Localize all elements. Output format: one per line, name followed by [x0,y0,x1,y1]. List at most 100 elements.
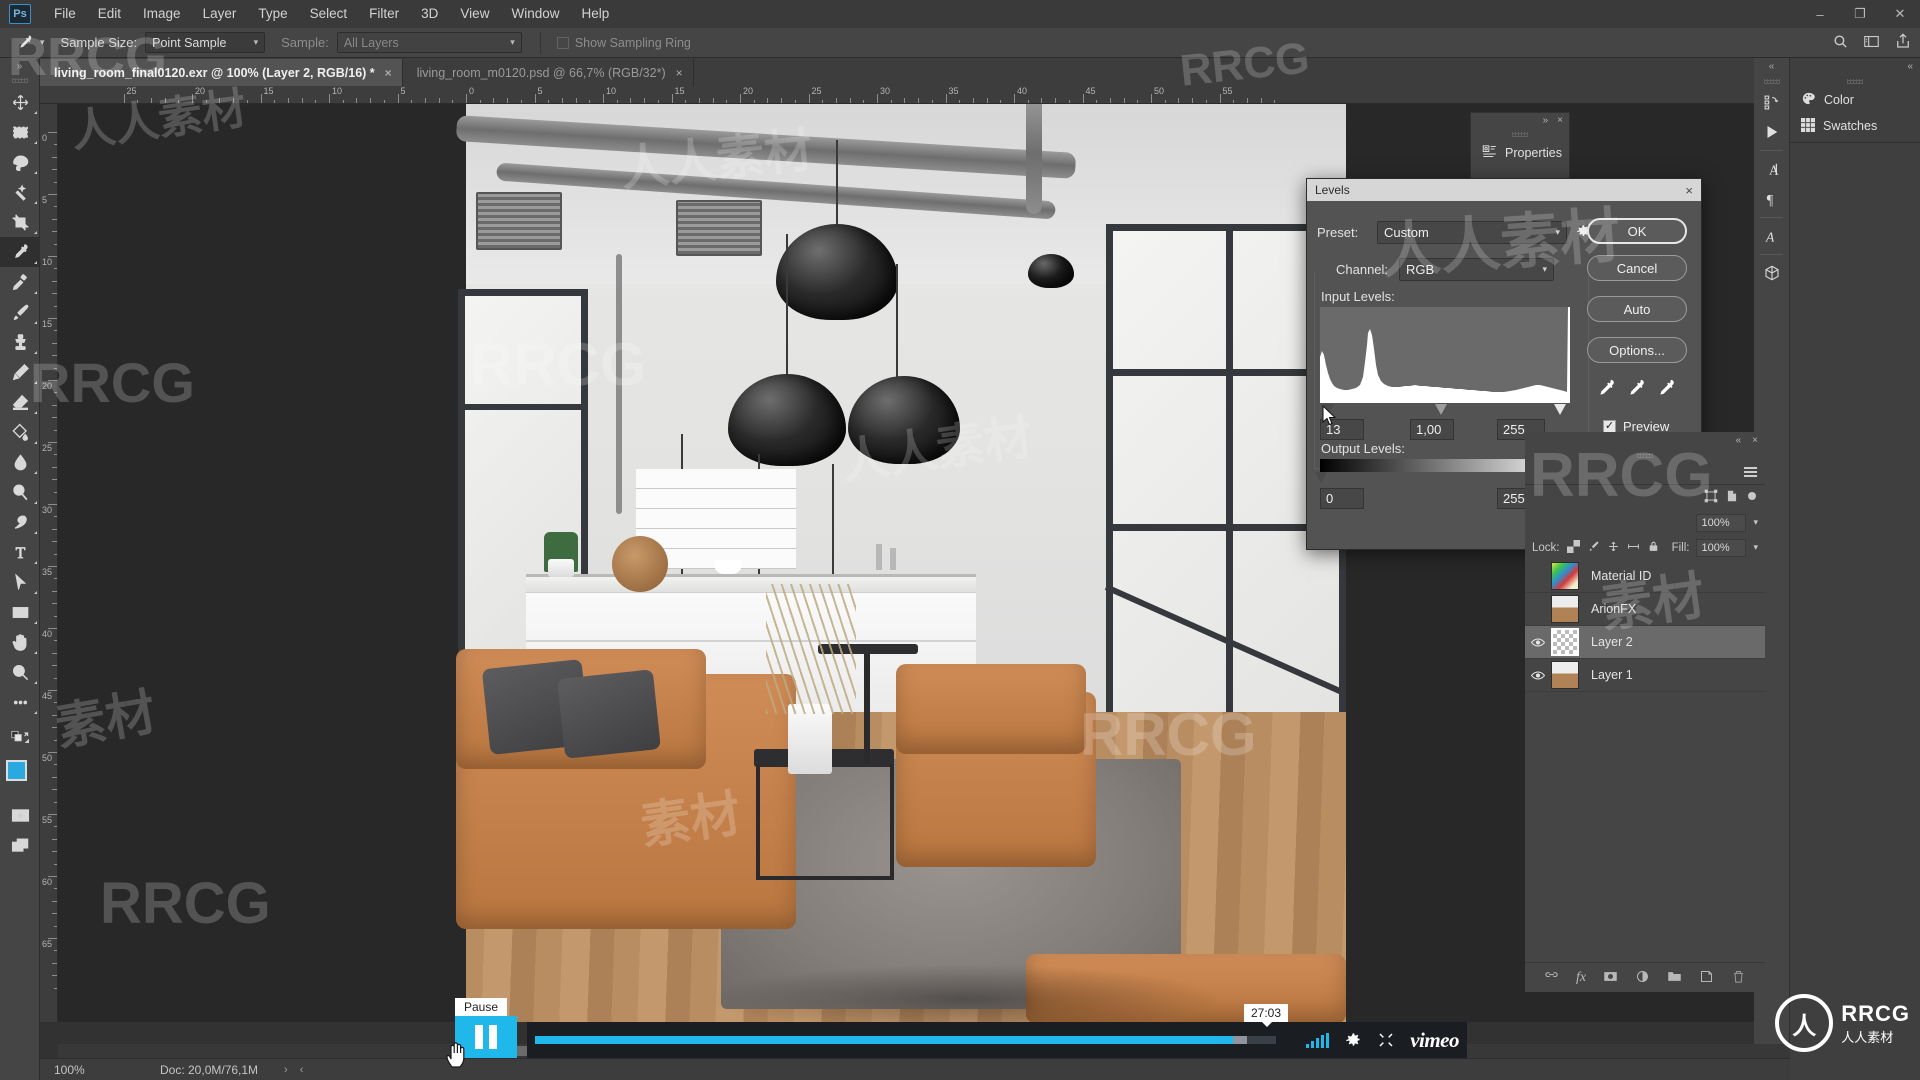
new-layer-icon[interactable] [1699,969,1714,987]
options-button[interactable]: Options... [1587,337,1687,363]
right-strip-grip[interactable] [1754,75,1789,87]
toolbar-grip[interactable] [0,74,39,87]
close-icon[interactable]: × [1685,183,1693,198]
volume-icon[interactable] [1306,1032,1330,1048]
panel-menu-icon[interactable] [1744,467,1757,477]
history-brush-tool[interactable] [0,357,40,387]
menu-view[interactable]: View [449,0,500,28]
lasso-tool[interactable] [0,147,40,177]
close-icon[interactable]: × [676,66,683,80]
color-panel-grip[interactable] [1790,75,1920,87]
show-sampling-ring-checkbox[interactable]: Show Sampling Ring [556,36,691,50]
crop-tool[interactable] [0,207,40,237]
panel-tab-swatches[interactable]: Swatches [1790,113,1920,139]
close-icon[interactable]: × [385,66,392,80]
set-gray-point-icon[interactable] [1625,378,1647,400]
lock-position-icon[interactable] [1607,540,1620,556]
edit-toolbar-tool[interactable] [0,687,40,717]
quick-mask-icon[interactable] [0,800,40,830]
menu-layer[interactable]: Layer [192,0,248,28]
layer-name[interactable]: ArionFX [1591,602,1636,616]
sample-select[interactable]: All Layers ▾ [336,32,522,53]
horizontal-ruler[interactable]: 25 20 15 10 5 0 5 10 15 20 25 30 35 40 45 50 55 [40,86,1790,104]
search-icon[interactable] [1832,33,1849,53]
lock-artboard-nesting-icon[interactable] [1627,540,1640,556]
document-image[interactable] [455,104,1346,1022]
progress-knob[interactable] [1232,1036,1247,1044]
document-tab-living-room-final[interactable]: living_room_final0120.exr @ 100% (Layer … [40,59,403,86]
transform-icon[interactable] [1704,489,1718,506]
right-strip-collapse-button[interactable]: « [1754,58,1789,75]
pen-tool[interactable] [0,507,40,537]
blur-tool[interactable] [0,447,40,477]
fill-field[interactable]: 100% [1696,538,1747,557]
opacity-dot-icon[interactable] [1746,490,1758,505]
link-layers-icon[interactable] [1544,969,1559,987]
brush-tool[interactable] [0,297,40,327]
channel-select[interactable]: RGB ▾ [1399,258,1554,281]
auto-button[interactable]: Auto [1587,296,1687,322]
layer-thumbnail[interactable] [1551,628,1579,656]
layer-thumbnail[interactable] [1551,661,1579,689]
menu-type[interactable]: Type [247,0,298,28]
actions-play-icon[interactable] [1754,117,1789,147]
workspace-icon[interactable] [1863,33,1880,53]
menu-3d[interactable]: 3D [410,0,449,28]
table-row[interactable]: ArionFX [1525,593,1765,626]
lock-all-icon[interactable] [1647,540,1660,556]
layers-panel-grip[interactable] [1525,449,1765,461]
table-row[interactable]: Layer 2 [1525,626,1765,659]
maximize-icon[interactable]: ❐ [1840,0,1880,28]
menu-edit[interactable]: Edit [87,0,132,28]
layer-name[interactable]: Material ID [1591,569,1651,583]
chevron-down-icon[interactable]: ▾ [1753,542,1758,553]
sample-size-select[interactable]: Point Sample ▾ [145,32,266,53]
panel-tab-properties[interactable]: Properties [1471,140,1569,166]
adjustment-layer-icon[interactable] [1635,969,1650,987]
layers-collapse-button[interactable]: « [1736,435,1742,446]
menu-help[interactable]: Help [570,0,620,28]
properties-close-icon[interactable]: × [1557,115,1563,126]
ok-button[interactable]: OK [1587,218,1687,244]
color-swatches[interactable] [0,756,40,800]
output-black-slider[interactable] [1315,472,1327,483]
panel-tab-color[interactable]: Color [1790,87,1920,113]
move-tool[interactable] [0,87,40,117]
lock-transparency-icon[interactable] [1725,489,1739,506]
character-icon[interactable]: A [1754,154,1789,184]
3d-icon[interactable] [1754,258,1789,288]
add-layer-mask-icon[interactable] [1603,969,1618,987]
eraser-tool[interactable] [0,387,40,417]
quick-selection-tool[interactable] [0,177,40,207]
menu-image[interactable]: Image [132,0,192,28]
tool-preset-chevron-icon[interactable]: ▾ [40,37,45,48]
vimeo-logo[interactable]: vimeo [1410,1028,1459,1053]
preset-select[interactable]: Custom ▾ [1377,221,1567,244]
clone-stamp-tool[interactable] [0,327,40,357]
status-expand-left-icon[interactable]: ‹ [300,1064,304,1076]
settings-gear-icon[interactable] [1345,1032,1362,1049]
close-icon[interactable]: ✕ [1880,0,1920,28]
history-icon[interactable] [1754,87,1789,117]
set-white-point-icon[interactable] [1655,378,1677,400]
rectangle-tool[interactable] [0,597,40,627]
new-group-icon[interactable] [1667,969,1682,987]
table-row[interactable]: Material ID [1525,560,1765,593]
toolbar-collapse-button[interactable]: » [0,58,39,74]
menu-file[interactable]: File [43,0,87,28]
zoom-level[interactable]: 100% [40,1063,112,1077]
layer-thumbnail[interactable] [1551,595,1579,623]
levels-dialog-titlebar[interactable]: Levels × [1307,179,1701,201]
cancel-button[interactable]: Cancel [1587,255,1687,281]
input-gamma-field[interactable]: 1,00 [1410,419,1454,440]
screen-mode-icon[interactable] [0,830,40,860]
chevron-down-icon[interactable]: ▾ [1753,517,1758,528]
paragraph-icon[interactable]: ¶ [1754,184,1789,214]
lock-transparent-pixels-icon[interactable] [1566,539,1580,556]
type-tool[interactable]: T [0,537,40,567]
rectangular-marquee-tool[interactable] [0,117,40,147]
table-row[interactable]: Layer 1 [1525,659,1765,692]
menu-window[interactable]: Window [500,0,570,28]
delete-layer-icon[interactable] [1731,969,1746,987]
zoom-tool[interactable] [0,657,40,687]
